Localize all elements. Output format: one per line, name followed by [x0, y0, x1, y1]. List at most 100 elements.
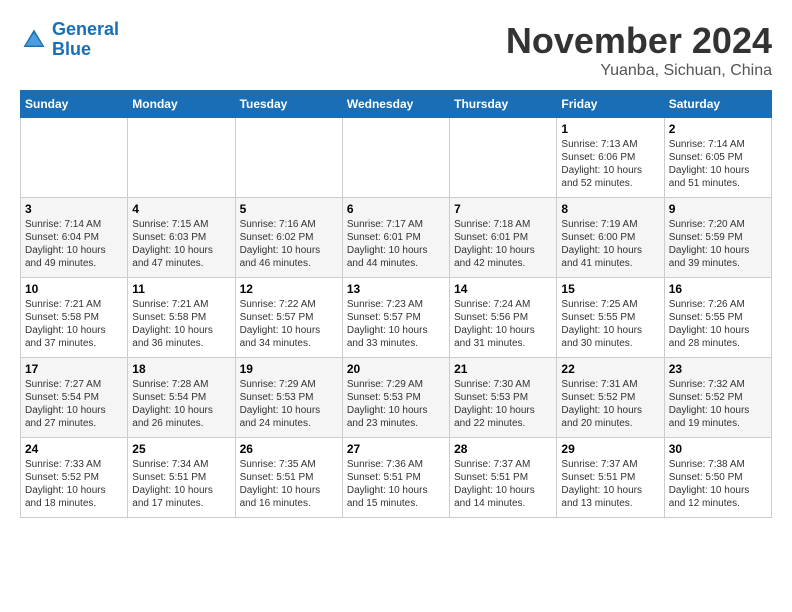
day-number: 2	[669, 122, 767, 136]
day-details: Sunrise: 7:35 AM Sunset: 5:51 PM Dayligh…	[240, 458, 338, 510]
day-number: 10	[25, 282, 123, 296]
day-number: 27	[347, 442, 445, 456]
calendar-header-row: SundayMondayTuesdayWednesdayThursdayFrid…	[21, 91, 772, 118]
day-details: Sunrise: 7:27 AM Sunset: 5:54 PM Dayligh…	[25, 378, 123, 430]
calendar-cell: 18Sunrise: 7:28 AM Sunset: 5:54 PM Dayli…	[128, 358, 235, 438]
day-number: 28	[454, 442, 552, 456]
day-number: 4	[132, 202, 230, 216]
calendar-cell: 2 Sunrise: 7:14 AM Sunset: 6:05 PM Daylig…	[664, 118, 771, 198]
day-details: Sunrise: 7:29 AM Sunset: 5:53 PM Dayligh…	[240, 378, 338, 430]
calendar-week-row: 1 Sunrise: 7:13 AM Sunset: 6:06 PM Daylig…	[21, 118, 772, 198]
day-number: 17	[25, 362, 123, 376]
calendar-cell: 16 Sunrise: 7:26 AM Sunset: 5:55 PM Dayli…	[664, 278, 771, 358]
day-number: 14	[454, 282, 552, 296]
day-number: 25	[132, 442, 230, 456]
calendar-cell: 24 Sunrise: 7:33 AM Sunset: 5:52 PM Dayli…	[21, 438, 128, 518]
calendar-header-saturday: Saturday	[664, 91, 771, 118]
day-details: Sunrise: 7:14 AM Sunset: 6:05 PM Dayligh…	[669, 138, 767, 190]
calendar-cell: 15 Sunrise: 7:25 AM Sunset: 5:55 PM Dayli…	[557, 278, 664, 358]
day-details: Sunrise: 7:22 AM Sunset: 5:57 PM Dayligh…	[240, 298, 338, 350]
calendar-header-wednesday: Wednesday	[342, 91, 449, 118]
calendar-cell: 5 Sunrise: 7:16 AM Sunset: 6:02 PM Daylig…	[235, 198, 342, 278]
day-details: Sunrise: 7:23 AM Sunset: 5:57 PM Dayligh…	[347, 298, 445, 350]
calendar-header-monday: Monday	[128, 91, 235, 118]
day-details: Sunrise: 7:13 AM Sunset: 6:06 PM Dayligh…	[561, 138, 659, 190]
day-details: Sunrise: 7:16 AM Sunset: 6:02 PM Dayligh…	[240, 218, 338, 270]
calendar-header-friday: Friday	[557, 91, 664, 118]
calendar-cell: 19 Sunrise: 7:29 AM Sunset: 5:53 PM Dayli…	[235, 358, 342, 438]
day-number: 5	[240, 202, 338, 216]
day-number: 1	[561, 122, 659, 136]
calendar-cell	[235, 118, 342, 198]
location: Yuanba, Sichuan, China	[506, 62, 772, 80]
day-number: 12	[240, 282, 338, 296]
day-number: 26	[240, 442, 338, 456]
day-details: Sunrise: 7:14 AM Sunset: 6:04 PM Dayligh…	[25, 218, 123, 270]
calendar-cell: 27 Sunrise: 7:36 AM Sunset: 5:51 PM Dayli…	[342, 438, 449, 518]
day-details: Sunrise: 7:33 AM Sunset: 5:52 PM Dayligh…	[25, 458, 123, 510]
day-number: 16	[669, 282, 767, 296]
day-number: 20	[347, 362, 445, 376]
day-details: Sunrise: 7:34 AM Sunset: 5:51 PM Dayligh…	[132, 458, 230, 510]
day-number: 23	[669, 362, 767, 376]
day-details: Sunrise: 7:30 AM Sunset: 5:53 PM Dayligh…	[454, 378, 552, 430]
calendar-week-row: 24 Sunrise: 7:33 AM Sunset: 5:52 PM Dayli…	[21, 438, 772, 518]
day-details: Sunrise: 7:25 AM Sunset: 5:55 PM Dayligh…	[561, 298, 659, 350]
calendar-cell: 6 Sunrise: 7:17 AM Sunset: 6:01 PM Daylig…	[342, 198, 449, 278]
calendar-cell: 10 Sunrise: 7:21 AM Sunset: 5:58 PM Dayli…	[21, 278, 128, 358]
day-number: 22	[561, 362, 659, 376]
day-number: 13	[347, 282, 445, 296]
calendar-cell: 21 Sunrise: 7:30 AM Sunset: 5:53 PM Dayli…	[450, 358, 557, 438]
day-details: Sunrise: 7:21 AM Sunset: 5:58 PM Dayligh…	[25, 298, 123, 350]
calendar-cell	[21, 118, 128, 198]
calendar-cell: 30Sunrise: 7:38 AM Sunset: 5:50 PM Dayli…	[664, 438, 771, 518]
day-details: Sunrise: 7:15 AM Sunset: 6:03 PM Dayligh…	[132, 218, 230, 270]
calendar-cell: 8 Sunrise: 7:19 AM Sunset: 6:00 PM Daylig…	[557, 198, 664, 278]
calendar-cell: 23Sunrise: 7:32 AM Sunset: 5:52 PM Dayli…	[664, 358, 771, 438]
calendar-header-tuesday: Tuesday	[235, 91, 342, 118]
day-number: 6	[347, 202, 445, 216]
day-number: 24	[25, 442, 123, 456]
day-details: Sunrise: 7:19 AM Sunset: 6:00 PM Dayligh…	[561, 218, 659, 270]
day-details: Sunrise: 7:36 AM Sunset: 5:51 PM Dayligh…	[347, 458, 445, 510]
day-number: 3	[25, 202, 123, 216]
logo: General Blue	[20, 20, 119, 60]
calendar-header-thursday: Thursday	[450, 91, 557, 118]
calendar-cell: 3 Sunrise: 7:14 AM Sunset: 6:04 PM Daylig…	[21, 198, 128, 278]
day-details: Sunrise: 7:37 AM Sunset: 5:51 PM Dayligh…	[561, 458, 659, 510]
calendar-cell	[450, 118, 557, 198]
day-number: 8	[561, 202, 659, 216]
day-details: Sunrise: 7:17 AM Sunset: 6:01 PM Dayligh…	[347, 218, 445, 270]
page-header: General Blue November 2024 Yuanba, Sichu…	[20, 20, 772, 80]
calendar-cell: 29Sunrise: 7:37 AM Sunset: 5:51 PM Dayli…	[557, 438, 664, 518]
calendar-week-row: 3 Sunrise: 7:14 AM Sunset: 6:04 PM Daylig…	[21, 198, 772, 278]
calendar-cell: 14Sunrise: 7:24 AM Sunset: 5:56 PM Dayli…	[450, 278, 557, 358]
day-details: Sunrise: 7:37 AM Sunset: 5:51 PM Dayligh…	[454, 458, 552, 510]
day-details: Sunrise: 7:28 AM Sunset: 5:54 PM Dayligh…	[132, 378, 230, 430]
day-details: Sunrise: 7:31 AM Sunset: 5:52 PM Dayligh…	[561, 378, 659, 430]
day-number: 30	[669, 442, 767, 456]
day-details: Sunrise: 7:21 AM Sunset: 5:58 PM Dayligh…	[132, 298, 230, 350]
day-details: Sunrise: 7:29 AM Sunset: 5:53 PM Dayligh…	[347, 378, 445, 430]
logo-line2: Blue	[52, 39, 91, 59]
day-number: 19	[240, 362, 338, 376]
calendar-cell: 25 Sunrise: 7:34 AM Sunset: 5:51 PM Dayli…	[128, 438, 235, 518]
day-details: Sunrise: 7:26 AM Sunset: 5:55 PM Dayligh…	[669, 298, 767, 350]
calendar-cell: 22 Sunrise: 7:31 AM Sunset: 5:52 PM Dayli…	[557, 358, 664, 438]
logo-icon	[20, 26, 48, 54]
calendar-cell: 13 Sunrise: 7:23 AM Sunset: 5:57 PM Dayli…	[342, 278, 449, 358]
calendar-week-row: 10 Sunrise: 7:21 AM Sunset: 5:58 PM Dayli…	[21, 278, 772, 358]
logo-text: General Blue	[52, 20, 119, 60]
calendar-cell: 9Sunrise: 7:20 AM Sunset: 5:59 PM Daylig…	[664, 198, 771, 278]
calendar-cell: 11Sunrise: 7:21 AM Sunset: 5:58 PM Dayli…	[128, 278, 235, 358]
calendar-cell: 4 Sunrise: 7:15 AM Sunset: 6:03 PM Daylig…	[128, 198, 235, 278]
title-block: November 2024 Yuanba, Sichuan, China	[506, 20, 772, 80]
month-title: November 2024	[506, 20, 772, 62]
calendar-header-sunday: Sunday	[21, 91, 128, 118]
calendar-cell: 26 Sunrise: 7:35 AM Sunset: 5:51 PM Dayli…	[235, 438, 342, 518]
day-number: 15	[561, 282, 659, 296]
day-number: 21	[454, 362, 552, 376]
calendar-week-row: 17 Sunrise: 7:27 AM Sunset: 5:54 PM Dayli…	[21, 358, 772, 438]
day-number: 9	[669, 202, 767, 216]
logo-line1: General	[52, 19, 119, 39]
